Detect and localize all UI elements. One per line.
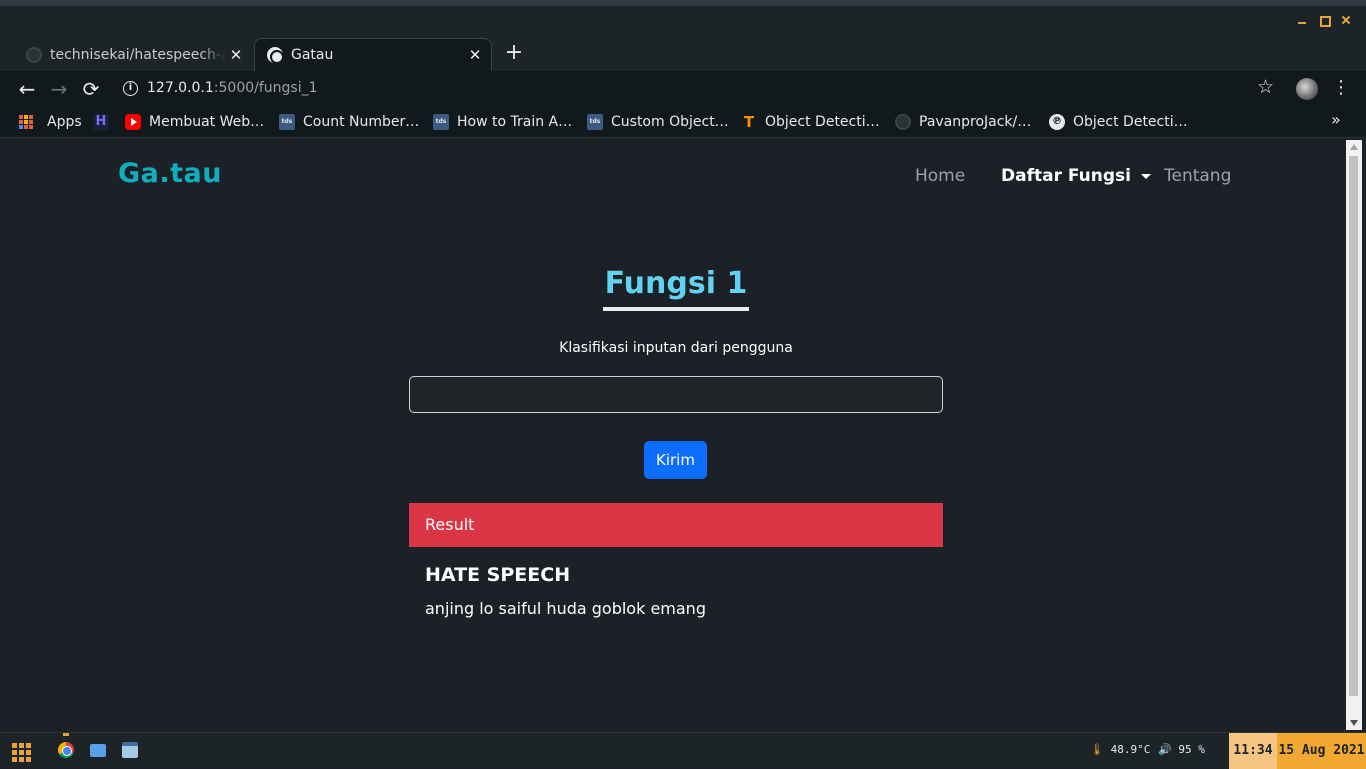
bookmark-apps[interactable]: Apps [19,112,82,132]
scroll-thumb[interactable] [1349,156,1358,696]
clock-time[interactable]: 11:34 [1229,733,1277,769]
tds-icon: tds [279,114,295,130]
bookmark-label: Object Detecti… [1073,114,1188,130]
bookmark-pavanprojack[interactable]: PavanproJack/… [895,112,1031,132]
result-text: anjing lo saiful huda goblok emang [425,599,706,618]
volume-value: 95 % [1178,743,1205,756]
temperature-value: 48.9°C [1110,743,1151,756]
desktop-background-strip [0,0,1366,6]
window-icon[interactable] [122,742,138,758]
folder-icon[interactable] [90,744,106,757]
tab-gatau[interactable]: Gatau ✕ [254,38,492,71]
chrome-icon[interactable] [58,742,74,758]
result-card-header: Result [409,503,943,547]
nav-daftar-fungsi[interactable]: Daftar Fungsi [1001,166,1151,186]
site-info-icon[interactable]: i [123,81,138,96]
page-title-wrap: Fungsi 1 [6,266,1346,311]
result-title: HATE SPEECH [425,564,571,586]
bookmark-custom-object[interactable]: tds Custom Object… [587,112,729,132]
address-toolbar: ← → ⟳ i 127.0.0.1:5000/fungsi_1 ☆ ⋮ [0,71,1366,107]
maximize-icon[interactable] [1318,14,1331,27]
pp-icon: ℗ [1049,114,1065,130]
apps-grid-icon [19,115,33,129]
nav-home[interactable]: Home [915,166,965,186]
new-tab-button[interactable]: + [504,42,524,66]
forward-arrow-icon[interactable]: → [47,77,71,101]
url-host: 127.0.0.1 [147,80,214,96]
active-app-indicator [63,733,69,736]
github-icon [895,114,911,130]
bookmark-label: Custom Object… [611,114,729,130]
nav-daftar-fungsi-label: Daftar Fungsi [1001,166,1131,186]
bookmark-how-to-train[interactable]: tds How to Train A… [433,112,572,132]
taskbar: 🌡 48.9°C 🔊 95 % 11:34 15 Aug 2021 [0,732,1366,769]
thermometer-icon: 🌡 [1090,743,1104,756]
bookmarks-bar: Apps H Membuat Web… tds Count Number… td… [0,107,1366,138]
kirim-button[interactable]: Kirim [644,441,707,479]
speaker-icon: 🔊 [1158,743,1172,756]
tds-icon: tds [433,114,449,130]
tab-github[interactable]: technisekai/hatespeech-a ✕ [14,38,252,71]
youtube-icon [125,114,141,130]
url-path: :5000/fungsi_1 [213,80,318,96]
tensorflow-icon: T [743,113,755,131]
site-brand[interactable]: Ga.tau [118,158,222,189]
github-icon [26,46,42,63]
bookmark-hostinger[interactable]: H [93,112,117,132]
clock-date[interactable]: 15 Aug 2021 [1277,733,1366,769]
page-scrollbar[interactable] [1346,140,1362,730]
bookmark-label: Apps [47,114,82,130]
tds-icon: tds [587,114,603,130]
tab-close-icon[interactable]: ✕ [465,46,485,64]
caret-down-icon [1140,173,1151,179]
address-bar[interactable]: 127.0.0.1:5000/fungsi_1 [147,80,318,96]
bookmark-label: Object Detecti… [765,114,880,130]
back-arrow-icon[interactable]: ← [15,77,39,101]
tab-label: technisekai/hatespeech-a [50,46,226,63]
bookmark-label: PavanproJack/… [919,114,1032,130]
volume-indicator[interactable]: 🔊 95 % [1158,743,1205,756]
bookmark-membuat-web[interactable]: Membuat Web… [125,112,264,132]
hostinger-icon: H [93,114,109,130]
bookmark-label: Membuat Web… [149,114,265,130]
tab-label: Gatau [291,47,334,63]
text-input[interactable] [409,376,943,413]
temperature-indicator: 🌡 48.9°C [1090,743,1150,756]
reload-icon[interactable]: ⟳ [79,77,103,101]
page-title: Fungsi 1 [602,266,750,311]
app-launcher-icon[interactable] [12,743,31,762]
profile-avatar[interactable] [1296,78,1318,100]
nav-tentang[interactable]: Tentang [1164,166,1231,186]
bookmark-star-icon[interactable]: ☆ [1257,76,1274,98]
page-subtitle: Klasifikasi inputan dari pengguna [559,340,793,356]
scroll-down-icon[interactable] [1350,720,1358,726]
bookmarks-overflow-icon[interactable]: » [1331,110,1341,129]
browser-window-chrome: technisekai/hatespeech-a ✕ Gatau ✕ + ← →… [0,0,1366,140]
window-controls [1296,14,1352,27]
bookmark-count-number[interactable]: tds Count Number… [279,112,419,132]
scroll-up-icon[interactable] [1350,144,1358,150]
bookmark-label: How to Train A… [457,114,573,130]
globe-icon [267,47,284,64]
bookmark-object-detection-tf[interactable]: T Object Detecti… [741,112,880,132]
menu-kebab-icon[interactable]: ⋮ [1332,77,1350,98]
close-window-icon[interactable] [1340,14,1352,26]
bookmark-label: Count Number… [303,114,420,130]
page-viewport: Ga.tau Home Daftar Fungsi Tentang Fungsi… [6,140,1346,730]
bookmark-object-detection-pp[interactable]: ℗ Object Detecti… [1049,112,1188,132]
tab-close-icon[interactable]: ✕ [226,46,246,64]
minimize-icon[interactable] [1296,14,1308,26]
